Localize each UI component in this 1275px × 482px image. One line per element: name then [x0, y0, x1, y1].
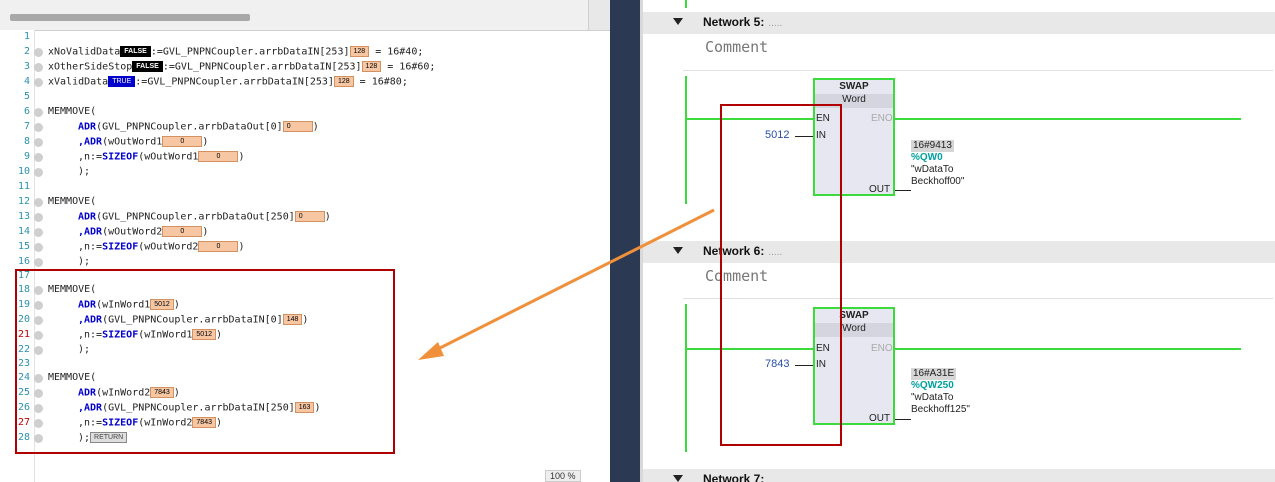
code-line-16[interactable]: );	[78, 256, 90, 268]
code-line-2[interactable]: xNoValidData FALSE:=GVL_PNPNCoupler.arrbD…	[48, 46, 423, 59]
breakpoint-marker[interactable]	[34, 243, 43, 252]
collapse-arrow-icon[interactable]	[673, 475, 683, 482]
out-operand-5[interactable]: 16#9413 %QW0 "wDataTo Beckhoff00"	[911, 140, 964, 188]
pin-eno: ENO	[871, 343, 893, 354]
line-number: 4	[23, 76, 30, 87]
breakpoint-marker[interactable]	[34, 153, 43, 162]
highlight-box-right	[720, 104, 842, 446]
pin-eno: ENO	[871, 113, 893, 124]
comment-divider	[683, 70, 1273, 71]
collapse-arrow-icon[interactable]	[673, 247, 683, 254]
breakpoint-marker[interactable]	[34, 123, 43, 132]
breakpoint-marker[interactable]	[34, 108, 43, 117]
line-number: 15	[17, 241, 30, 252]
line-number: 7	[23, 121, 30, 132]
power-rail	[685, 304, 687, 452]
rung-wire	[895, 118, 1241, 120]
collapse-arrow-icon[interactable]	[673, 18, 683, 25]
code-line-10[interactable]: );	[78, 166, 90, 178]
line-number: 10	[17, 166, 30, 177]
bool-badge: FALSE	[120, 46, 151, 57]
highlight-box-left	[15, 269, 395, 454]
line-number: 13	[17, 211, 30, 222]
line-number: 6	[23, 106, 30, 117]
out-connector	[895, 419, 911, 420]
zoom-level[interactable]: 100 %	[545, 470, 581, 482]
st-editor-pane[interactable]: 1 2 3 4 5 6 7 8 9 10 11 12 13 14 15 16 17 18 19 20 21 22 23 24 2…	[0, 0, 610, 482]
code-line-3[interactable]: xOtherSideStop FALSE:=GVL_PNPNCoupler.arr…	[48, 61, 435, 74]
breakpoint-marker[interactable]	[34, 258, 43, 267]
breakpoint-marker[interactable]	[34, 78, 43, 87]
code-line-14[interactable]: ,ADR(wOutWord2 0)	[78, 226, 208, 239]
line-number: 12	[17, 196, 30, 207]
line-number: 1	[23, 31, 30, 42]
breakpoint-marker[interactable]	[34, 168, 43, 177]
code-line-9[interactable]: ,n:=SIZEOF(wOutWord1 0)	[78, 151, 244, 164]
line-number: 8	[23, 136, 30, 147]
breakpoint-marker[interactable]	[34, 48, 43, 57]
breakpoint-marker[interactable]	[34, 138, 43, 147]
code-line-13[interactable]: ADR(GVL_PNPNCoupler.arrbDataOut[250] 0)	[78, 211, 331, 224]
code-line-7[interactable]: ADR(GVL_PNPNCoupler.arrbDataOut[0] 0)	[78, 121, 319, 134]
out-operand-6[interactable]: 16#A31E %QW250 "wDataTo Beckhoff125"	[911, 368, 970, 416]
power-rail	[685, 76, 687, 204]
breakpoint-marker[interactable]	[34, 63, 43, 72]
pin-out: OUT	[869, 413, 891, 424]
pane-divider[interactable]	[610, 0, 642, 482]
breakpoint-marker[interactable]	[34, 228, 43, 237]
horizontal-scrollbar[interactable]	[10, 14, 250, 21]
network-5-header[interactable]: Network 5:.....	[643, 12, 1275, 34]
out-connector	[895, 190, 911, 191]
code-line-6[interactable]: MEMMOVE(	[48, 106, 96, 118]
network-5-comment[interactable]: Comment	[705, 38, 768, 56]
line-number: 16	[17, 256, 30, 267]
line-number: 2	[23, 46, 30, 57]
code-line-8[interactable]: ,ADR(wOutWord1 0)	[78, 136, 208, 149]
code-line-12[interactable]: MEMMOVE(	[48, 196, 96, 208]
code-line-4[interactable]: xValidData TRUE:=GVL_PNPNCoupler.arrbData…	[48, 76, 408, 89]
line-number: 5	[23, 91, 30, 102]
pin-out: OUT	[869, 184, 891, 195]
breakpoint-marker[interactable]	[34, 213, 43, 222]
power-rail	[685, 0, 687, 8]
line-number: 9	[23, 151, 30, 162]
code-line-15[interactable]: ,n:=SIZEOF(wOutWord2 0)	[78, 241, 244, 254]
rung-wire	[895, 348, 1241, 350]
vertical-scrollbar[interactable]	[588, 0, 610, 30]
line-number: 11	[17, 181, 30, 192]
line-number: 3	[23, 61, 30, 72]
network-7-header[interactable]: Network 7:	[643, 469, 1275, 482]
breakpoint-marker[interactable]	[34, 198, 43, 207]
line-number: 14	[17, 226, 30, 237]
